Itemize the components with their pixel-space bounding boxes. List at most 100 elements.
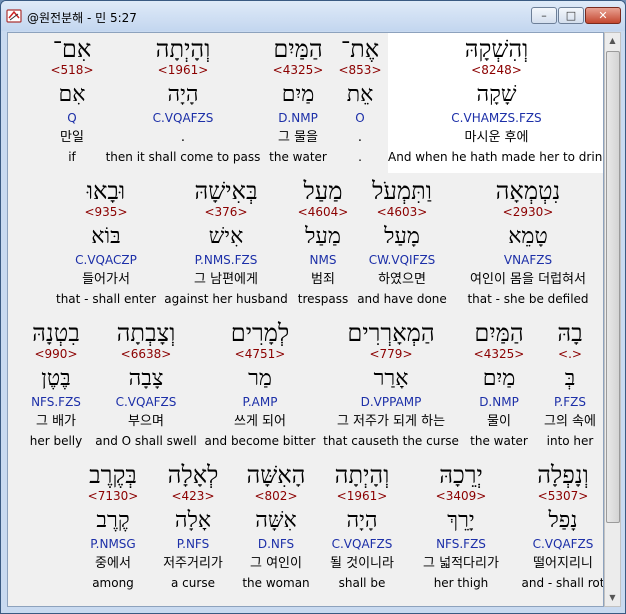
lemma: מַיִם: [482, 366, 516, 391]
word-cell[interactable]: וַתִּמְעֹל <4603> מָעַל CW.VQIFZS 하였으면 a…: [356, 175, 448, 315]
korean-gloss: 만일: [60, 130, 84, 145]
korean-gloss: 쓰게 되어: [234, 414, 286, 429]
korean-gloss: 그 물을: [277, 130, 318, 145]
hebrew-word: אִם־: [52, 35, 92, 63]
korean-gloss: 그 저주가 되게 하는: [336, 414, 446, 429]
strong-number: <518>: [50, 63, 94, 77]
strong-number: <376>: [204, 205, 248, 219]
strong-number: <2930>: [502, 205, 554, 219]
strong-number: <3409>: [435, 489, 487, 503]
maximize-button[interactable]: □: [558, 7, 584, 24]
word-cell[interactable]: אִם־ <518> אִם Q 만일 if: [42, 33, 102, 173]
vertical-scrollbar[interactable]: ▲ ▼: [604, 32, 621, 607]
hebrew-word: יְרֵכָהּ: [439, 461, 483, 489]
hebrew-word: הַמַּיִם: [474, 319, 524, 347]
english-gloss: a curse: [171, 576, 215, 590]
scroll-down-arrow-icon[interactable]: ▼: [605, 590, 620, 606]
word-cell[interactable]: וְצָבְתָה <6638> צָבָה C.VQAFZS 부으며 and …: [94, 317, 198, 457]
english-gloss: And when he hath made her to drink: [388, 150, 604, 164]
english-gloss: that - she be defiled: [467, 292, 589, 306]
close-button[interactable]: ✕: [585, 7, 621, 24]
word-cell[interactable]: יְרֵכָהּ <3409> יָרֵךְ NFS.FZS 그 넓적다리가 h…: [408, 459, 514, 599]
english-gloss: and have done: [357, 292, 447, 306]
morphology-code: C.VQAFZS: [115, 395, 177, 409]
hebrew-word: בִטְנָהּ: [32, 319, 80, 347]
korean-gloss: 그 여인이: [250, 556, 302, 571]
word-cell[interactable]: מַעַל <4604> מַעַל NMS 범죄 trespass: [290, 175, 356, 315]
hebrew-word: וְצָבְתָה: [116, 319, 176, 347]
strong-number: <935>: [84, 205, 128, 219]
word-cell[interactable]: הַמַּיִם <4325> מַיִם D.NMP 물이 the water: [464, 317, 534, 457]
english-gloss: that - shall enter: [55, 292, 157, 306]
word-cell[interactable]: לְמָרִים <4751> מַר P.AMP 쓰게 되어 and beco…: [204, 317, 316, 457]
lemma: בֶּטֶן: [41, 366, 71, 391]
strong-number: <990>: [34, 347, 78, 361]
morphology-code: D.NFS: [257, 537, 295, 551]
word-cell[interactable]: הַמַּיִם <4325> מַיִם D.NMP 그 물을 the wat…: [258, 33, 338, 173]
window-title: @원전분해 - 민 5:27: [27, 11, 137, 25]
strong-number: <7130>: [87, 489, 139, 503]
english-gloss: if: [68, 150, 76, 164]
word-cell[interactable]: בְּקֶרֶב <7130> קֶרֶב P.NMSG 중에서 among: [80, 459, 146, 599]
strong-number: <4603>: [376, 205, 428, 219]
strong-number: <6638>: [120, 347, 172, 361]
app-window: @원전분해 - 민 5:27 – □ ✕ וְהִשְׁקָהּ <8248> …: [0, 0, 626, 614]
morphology-code: C.VQACZP: [75, 253, 137, 267]
english-gloss: into her: [546, 434, 594, 448]
english-gloss: and become bitter: [204, 434, 316, 448]
hebrew-word: הָאִשָּׁה: [246, 461, 306, 489]
word-cell[interactable]: בָהּ <.> בְּ P.FZS 그의 속에 into her: [537, 317, 603, 457]
strong-number: <8248>: [471, 63, 522, 77]
english-gloss: and - shall rot: [521, 576, 604, 590]
word-cell[interactable]: וְהָיְתָה <1961> הָיָה C.VQAFZS 될 것이니라 s…: [318, 459, 406, 599]
hebrew-word: וַתִּמְעֹל: [372, 177, 432, 205]
lemma: מַר: [248, 366, 272, 391]
english-gloss: shall be: [338, 576, 386, 590]
strong-number: <1961>: [157, 63, 209, 77]
word-cell[interactable]: בְּאִישָׁהּ <376> אִישׁ P.NMS.FZS 그 남편에게…: [164, 175, 288, 315]
korean-gloss: 될 것이니라: [330, 556, 394, 571]
korean-gloss: 마시운 후에: [464, 130, 529, 145]
hebrew-word: וְהָיְתָה: [155, 35, 211, 63]
scroll-thumb[interactable]: [606, 51, 620, 523]
hebrew-word: מַעַל: [303, 177, 343, 205]
hebrew-word: בְּקֶרֶב: [89, 461, 137, 489]
english-gloss: her belly: [29, 434, 83, 448]
lemma: נָפַל: [548, 508, 578, 533]
morphology-code: P.NMS.FZS: [194, 253, 258, 267]
english-gloss: her thigh: [433, 576, 489, 590]
korean-gloss: 그 배가: [35, 414, 76, 429]
morphology-code: C.VQAFZS: [152, 111, 214, 125]
word-cell[interactable]: וְנָפְלָה <5307> נָפַל C.VQAFZS 떨어지리니 an…: [516, 459, 604, 599]
morphology-code: C.VQAFZS: [532, 537, 594, 551]
morphology-code: Q: [67, 111, 77, 125]
korean-gloss: 중에서: [95, 556, 131, 571]
word-cell[interactable]: לְאָלָה <423> אָלָה P.NFS 저주거리가 a curse: [152, 459, 234, 599]
strong-number: <423>: [171, 489, 215, 503]
word-cell[interactable]: נִטְמְאָה <2930> טָמֵא VNAFZS 여인이 몸을 더럽혀…: [456, 175, 600, 315]
interlinear-view[interactable]: וְהִשְׁקָהּ <8248> שָׁקָה C.VHAMZS.FZS 마…: [7, 32, 604, 607]
word-cell[interactable]: וּבָאוּ <935> בּוֹא C.VQACZP 들어가서 that -…: [54, 175, 158, 315]
english-gloss: trespass: [297, 292, 349, 306]
lemma: הָיָה: [167, 82, 199, 107]
word-cell-selected[interactable]: וְהִשְׁקָהּ <8248> שָׁקָה C.VHAMZS.FZS 마…: [388, 33, 604, 173]
lemma: אִישׁ: [208, 224, 244, 249]
lemma: מַעַל: [305, 224, 341, 249]
word-cell[interactable]: הַמְאָרְרִים <779> אָרַר D.VPPAMP 그 저주가 …: [322, 317, 460, 457]
hebrew-word: לְאָלָה: [167, 461, 219, 489]
scroll-up-arrow-icon[interactable]: ▲: [605, 33, 620, 49]
word-cell[interactable]: בִטְנָהּ <990> בֶּטֶן NFS.FZS 그 배가 her b…: [24, 317, 88, 457]
title-bar[interactable]: @원전분해 - 민 5:27 – □ ✕: [1, 1, 625, 31]
lemma: אִשָּׁה: [255, 508, 297, 533]
strong-number: <1961>: [336, 489, 388, 503]
minimize-button[interactable]: –: [531, 7, 557, 24]
word-cell[interactable]: הָאִשָּׁה <802> אִשָּׁה D.NFS 그 여인이 the …: [238, 459, 314, 599]
english-gloss: then it shall come to pass: [105, 150, 261, 164]
english-gloss: and O shall swell: [95, 434, 197, 448]
strong-number: <779>: [369, 347, 413, 361]
book-icon: [6, 9, 22, 23]
korean-gloss: 물이: [487, 414, 511, 429]
lemma: צָבָה: [128, 366, 164, 391]
word-cell[interactable]: וְהָיְתָה <1961> הָיָה C.VQAFZS . then i…: [104, 33, 262, 173]
lemma: מַיִם: [281, 82, 315, 107]
